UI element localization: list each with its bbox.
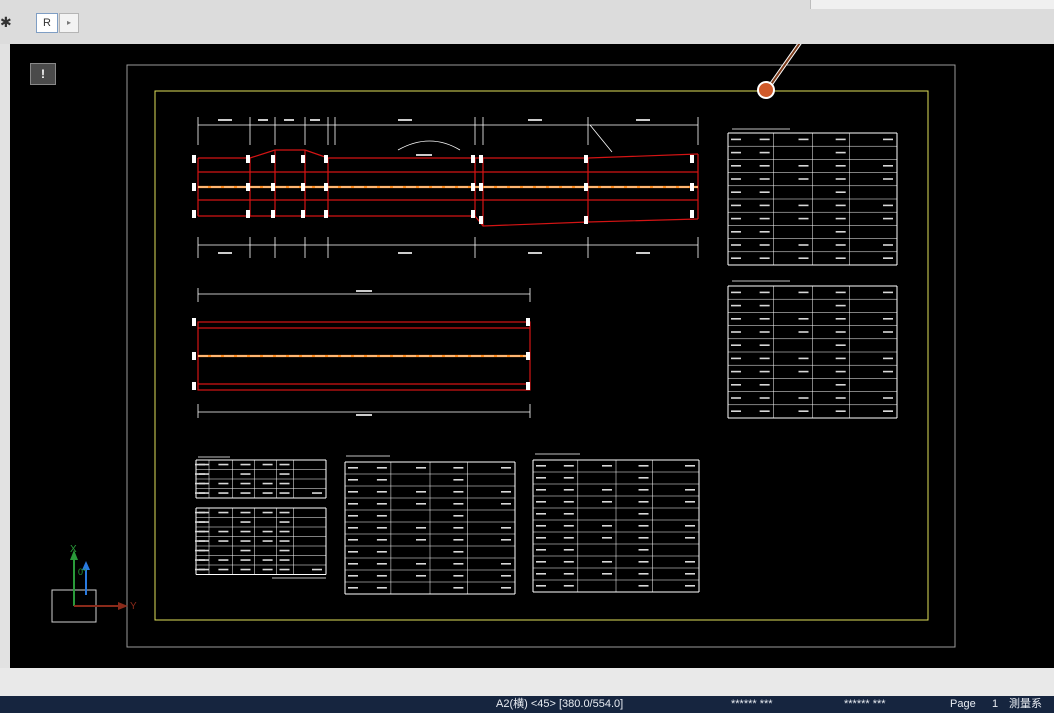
axis-angle-label: 0° (78, 567, 87, 577)
gear-icon[interactable]: ✱ (0, 14, 12, 31)
status-field-2: ****** *** (844, 698, 886, 710)
lower-panel (10, 668, 1054, 696)
structure-drawing-middle (192, 288, 531, 418)
page-number: 1 (992, 698, 999, 710)
axis-x-label: X (70, 544, 77, 555)
left-panel-edge (0, 44, 10, 668)
coordinate-system: 測量系 (1009, 698, 1042, 710)
axis-y-label: Y (130, 601, 137, 612)
structure-drawing-upper (192, 117, 699, 258)
axis-indicator: X Y 0° (51, 544, 137, 623)
r-button[interactable]: R (36, 13, 58, 33)
play-icon[interactable]: ▸ (59, 13, 79, 33)
page-label: Page (950, 698, 976, 710)
status-bar: A2(横) <45> [380.0/554.0] ****** *** ****… (0, 696, 1054, 713)
schedule-tables (195, 128, 898, 595)
lower-panel-edge (0, 668, 10, 696)
toolbar-right-panel (810, 0, 1054, 9)
sheet-info: A2(横) <45> [380.0/554.0] (496, 698, 624, 710)
status-field-1: ****** *** (731, 698, 773, 710)
info-icon[interactable]: ! (30, 63, 56, 85)
drawing-canvas[interactable]: X Y 0° (10, 44, 1054, 668)
pointer-marker (757, 44, 802, 99)
